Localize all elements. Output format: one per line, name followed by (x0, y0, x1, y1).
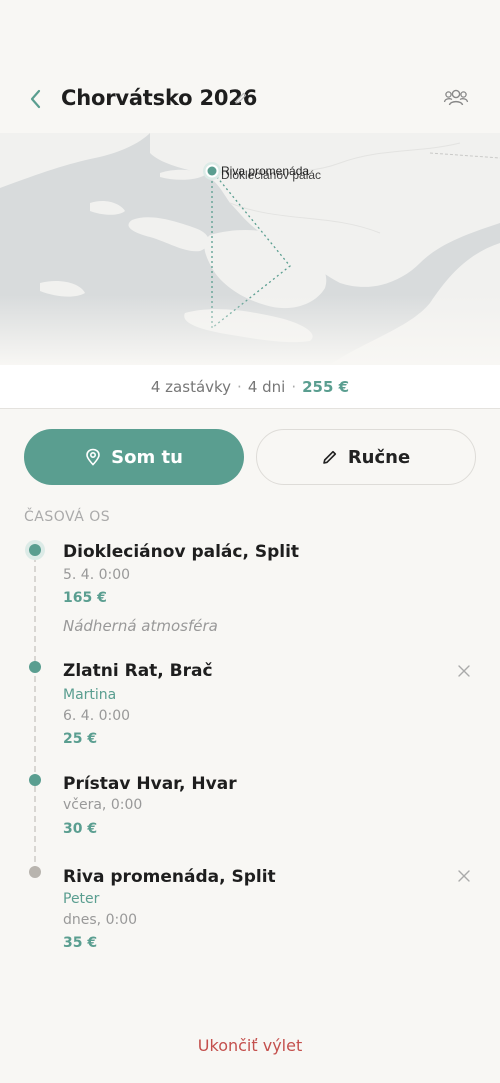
stop-name: Prístav Hvar, Hvar (63, 774, 237, 794)
remove-stop-button[interactable] (456, 868, 472, 884)
stop-name: Zlatni Rat, Brač (63, 661, 213, 681)
back-chevron-icon (30, 89, 41, 109)
timeline-dot (29, 774, 41, 786)
close-icon (458, 870, 470, 882)
route-map[interactable]: Riva promenáda Diokleciánov palác (0, 133, 500, 365)
timeline-heading: ČASOVÁ OS (24, 509, 111, 525)
timeline-dot (29, 544, 41, 556)
edit-title-button[interactable] (234, 90, 250, 106)
timeline-line (34, 556, 36, 872)
group-icon (443, 89, 469, 106)
stop-price: 35 € (63, 935, 98, 951)
timeline-dot (29, 661, 41, 673)
participants-button[interactable] (443, 85, 469, 111)
total-price: 255 € (302, 378, 350, 396)
stop-name: Diokleciánov palác, Split (63, 542, 300, 562)
timeline-dot (29, 866, 41, 878)
stop-date: dnes, 0:00 (63, 912, 138, 928)
stops-count: 4 zastávky (150, 378, 232, 396)
pencil-icon (323, 450, 336, 464)
location-pin-icon (86, 448, 100, 466)
stop-date: 5. 4. 0:00 (63, 567, 131, 583)
stop-note: Nádherná atmosféra (63, 617, 218, 635)
back-button[interactable] (24, 86, 46, 112)
manual-label: Ručne (347, 446, 411, 468)
stop-price: 25 € (63, 731, 98, 747)
add-manual-button[interactable]: Ručne (256, 429, 476, 485)
page-title: Chorvátsko 2026 (61, 86, 258, 110)
end-trip-button[interactable]: Ukončiť výlet (0, 1036, 500, 1055)
map-label: Diokleciánov palác (221, 168, 322, 182)
stop-name: Riva promenáda, Split (63, 867, 276, 887)
header: Chorvátsko 2026 (0, 70, 500, 130)
map-fade (0, 295, 500, 365)
stop-date: 6. 4. 0:00 (63, 708, 131, 724)
close-icon (458, 665, 470, 677)
remove-stop-button[interactable] (456, 663, 472, 679)
pencil-icon (235, 92, 247, 104)
check-in-here-button[interactable]: Som tu (24, 429, 244, 485)
stop-person: Martina (63, 687, 117, 703)
check-in-label: Som tu (111, 446, 183, 468)
days-count: 4 dni (247, 378, 286, 396)
stop-price: 30 € (63, 821, 98, 837)
stop-price: 165 € (63, 590, 107, 606)
trip-summary: 4 zastávky · 4 dni · 255 € (0, 365, 500, 409)
stop-person: Peter (63, 891, 100, 907)
stop-date: včera, 0:00 (63, 797, 143, 813)
